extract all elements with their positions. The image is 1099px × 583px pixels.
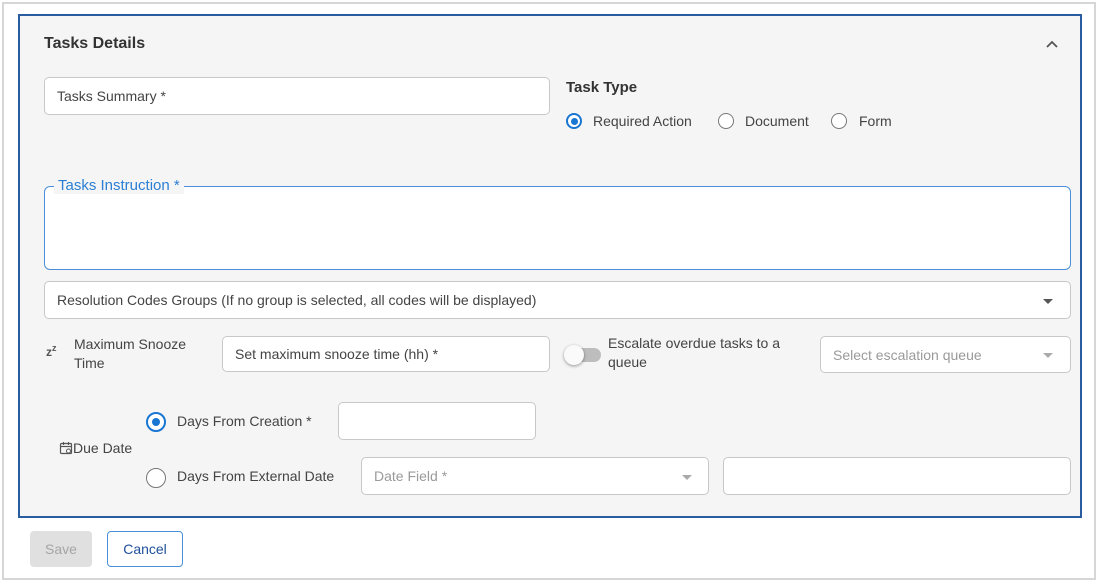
resolution-codes-select[interactable]: Resolution Codes Groups (If no group is … <box>44 281 1071 319</box>
escalation-queue-caret-icon <box>1043 353 1053 358</box>
snooze-label-line1: Maximum Snooze <box>74 336 187 352</box>
days-from-creation-radio[interactable] <box>146 412 166 432</box>
escalate-label-line1: Escalate overdue tasks to a <box>608 335 780 351</box>
task-type-document-label: Document <box>745 113 809 129</box>
task-type-required-action-label: Required Action <box>593 113 692 129</box>
panel-title: Tasks Details <box>44 35 146 52</box>
escalation-queue-select[interactable]: Select escalation queue <box>820 336 1071 373</box>
task-type-form-label: Form <box>859 113 892 129</box>
tasks-instruction-label: Tasks Instruction * <box>54 177 184 194</box>
tasks-summary-input[interactable]: Tasks Summary * <box>44 77 550 115</box>
days-from-external-date-radio[interactable] <box>146 468 166 488</box>
resolution-codes-caret-icon <box>1043 299 1053 304</box>
save-button[interactable]: Save <box>30 531 92 567</box>
due-date-text: Due Date <box>73 440 133 456</box>
escalation-queue-placeholder: Select escalation queue <box>833 346 982 363</box>
cancel-button[interactable]: Cancel <box>107 531 183 567</box>
tasks-details-panel: Tasks Details Tasks Summary * Task Type … <box>18 14 1082 518</box>
external-date-days-input[interactable] <box>723 457 1071 495</box>
resolution-codes-placeholder: Resolution Codes Groups (If no group is … <box>57 292 537 308</box>
escalate-label-line2: queue <box>608 354 647 370</box>
days-from-creation-label: Days From Creation * <box>177 413 312 429</box>
calendar-icon <box>59 442 73 455</box>
task-type-form-radio[interactable] <box>831 113 847 129</box>
date-field-placeholder: Date Field * <box>374 468 448 484</box>
tasks-summary-placeholder: Tasks Summary * <box>57 88 166 104</box>
collapse-button[interactable] <box>1040 32 1064 56</box>
task-type-required-action-radio[interactable] <box>566 113 582 129</box>
days-from-creation-input[interactable] <box>338 402 536 440</box>
max-snooze-input[interactable]: Set maximum snooze time (hh) * <box>222 336 550 372</box>
chevron-up-icon <box>1046 40 1058 48</box>
task-type-document-radio[interactable] <box>718 113 734 129</box>
tasks-instruction-textarea[interactable] <box>44 186 1071 270</box>
escalate-toggle[interactable] <box>564 345 601 365</box>
days-from-external-date-label: Days From External Date <box>177 468 335 484</box>
escalate-toggle-knob <box>564 345 584 365</box>
date-field-select[interactable]: Date Field * <box>361 457 709 495</box>
task-type-title: Task Type <box>566 79 638 96</box>
snooze-label-line2: Time <box>74 355 105 371</box>
snooze-icon: zz <box>46 343 57 359</box>
date-field-caret-icon <box>682 475 692 480</box>
max-snooze-placeholder: Set maximum snooze time (hh) * <box>235 346 439 362</box>
due-date-label: Due Date <box>59 440 132 456</box>
